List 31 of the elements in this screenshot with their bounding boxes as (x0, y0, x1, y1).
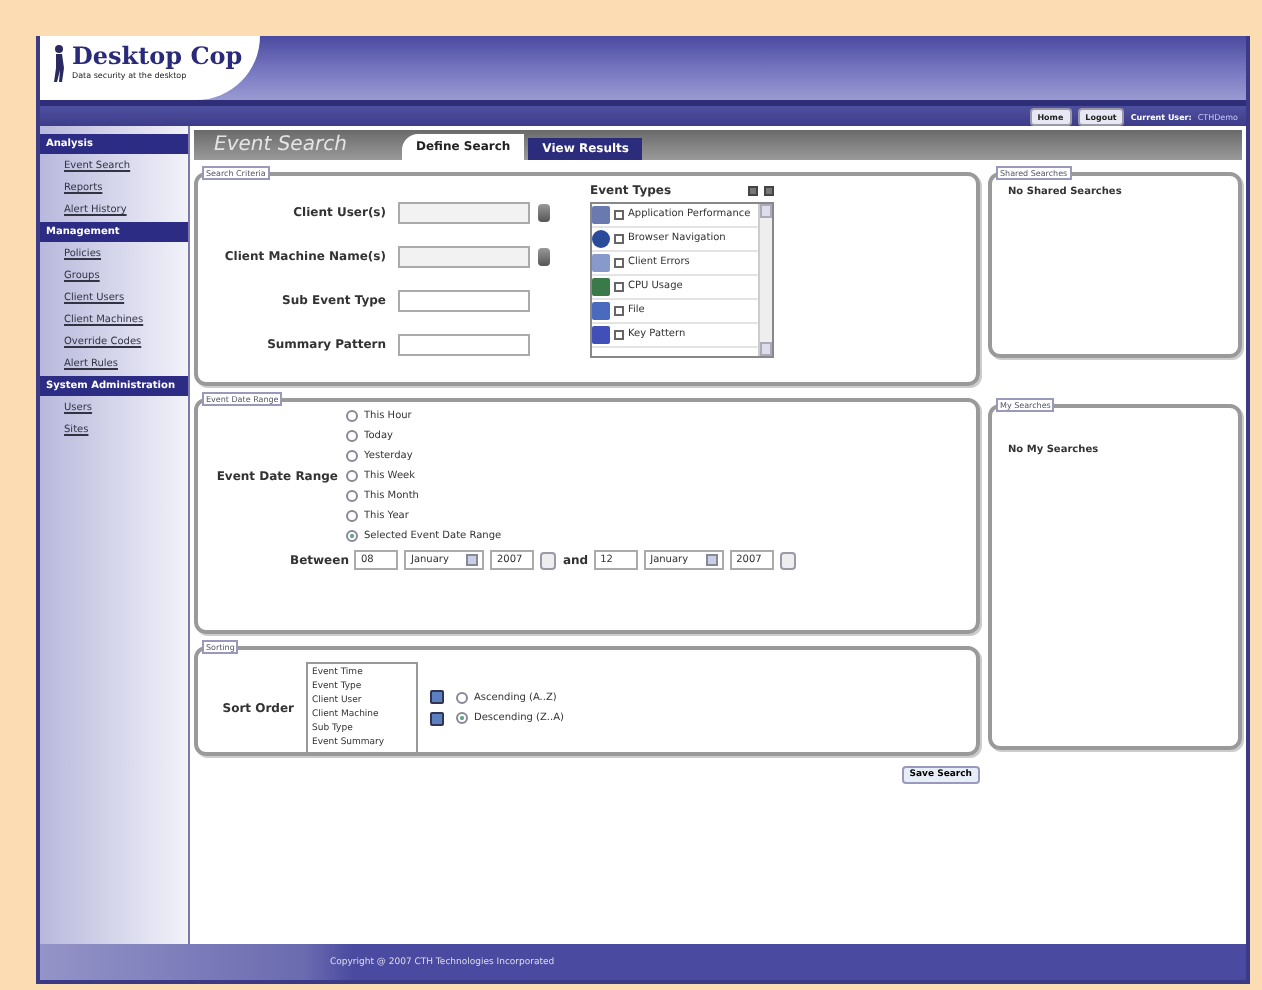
input-field[interactable] (398, 245, 530, 267)
radio-button[interactable] (346, 510, 358, 522)
scrollbar[interactable] (758, 204, 772, 356)
checkbox[interactable] (614, 330, 624, 340)
calendar-button[interactable] (540, 551, 557, 569)
radio-button[interactable] (346, 490, 358, 502)
page-title: Event Search (214, 134, 349, 156)
radio-button[interactable] (346, 470, 358, 482)
checkbox[interactable] (614, 282, 624, 292)
picker-icon[interactable] (538, 203, 550, 221)
logo-text: Desktop Cop (72, 44, 243, 70)
dropdown-icon (706, 554, 719, 566)
radio-button[interactable] (346, 450, 358, 462)
checkbox[interactable] (614, 306, 624, 316)
figure-icon (52, 44, 66, 84)
radio-button[interactable] (346, 430, 358, 442)
checkbox[interactable] (614, 210, 624, 220)
move-down-button[interactable] (430, 712, 444, 726)
calendar-button[interactable] (780, 551, 797, 569)
radio-button[interactable] (346, 530, 358, 542)
picker-icon[interactable] (538, 247, 550, 265)
input-field[interactable] (398, 201, 530, 223)
radio-button[interactable] (346, 410, 358, 422)
checkbox[interactable] (614, 258, 624, 268)
radio-button[interactable] (456, 712, 468, 724)
dropdown-icon (466, 554, 479, 566)
checkbox[interactable] (614, 234, 624, 244)
radio-button[interactable] (456, 692, 468, 704)
input-field[interactable] (398, 289, 530, 311)
input-field[interactable] (398, 333, 530, 355)
move-up-button[interactable] (430, 690, 444, 704)
